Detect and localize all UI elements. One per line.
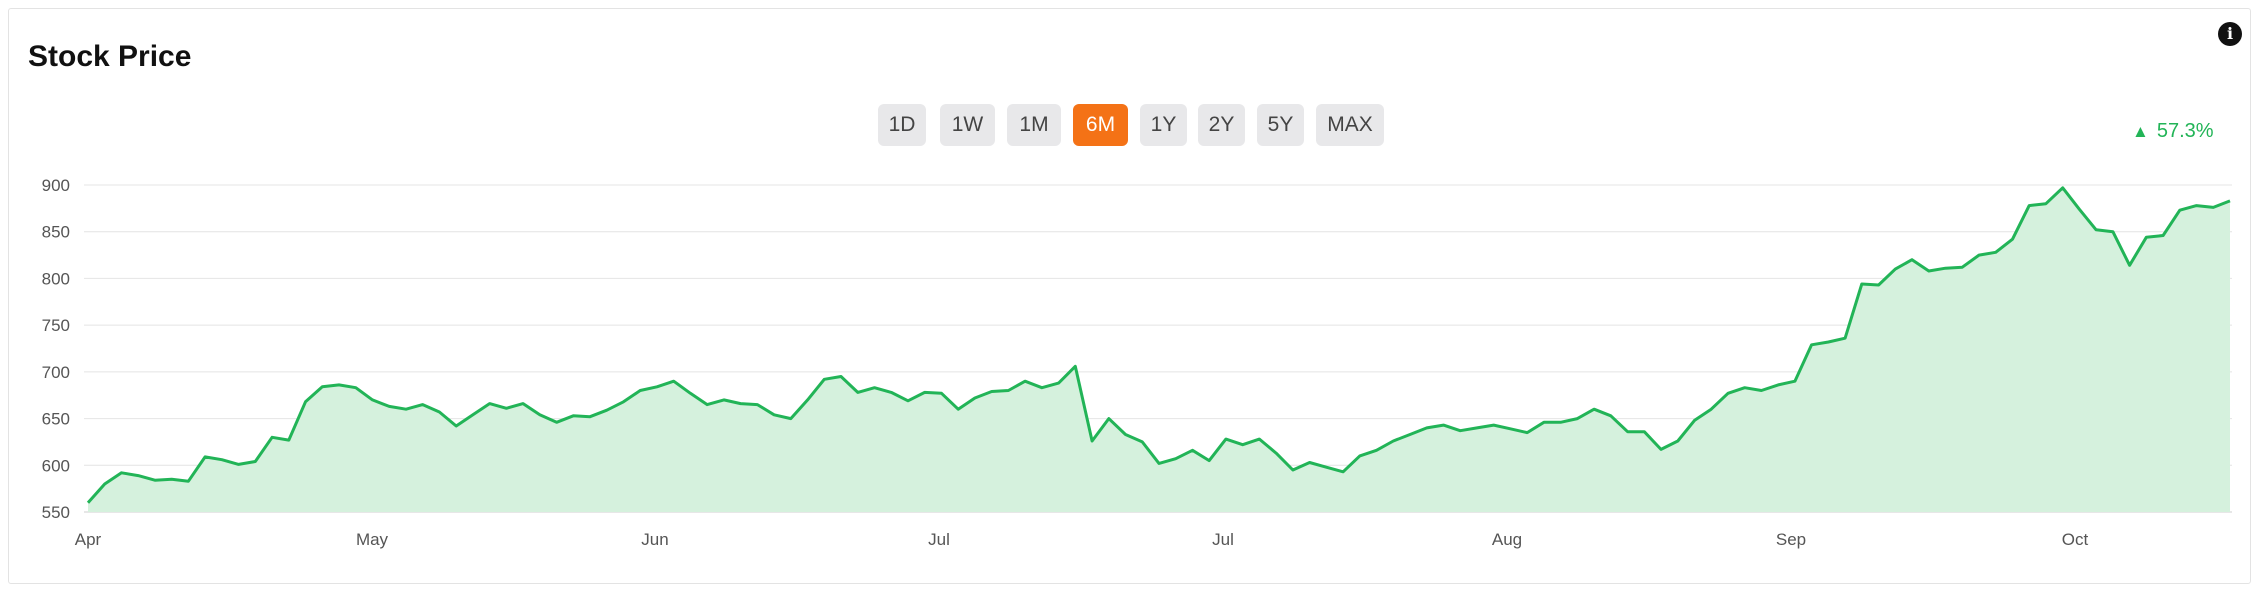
y-tick-label: 900 bbox=[42, 176, 70, 195]
x-tick-label: May bbox=[356, 530, 389, 549]
x-tick-label: Oct bbox=[2062, 530, 2089, 549]
x-tick-label: Apr bbox=[75, 530, 102, 549]
y-axis: 900 850 800 750 700 650 600 550 bbox=[42, 176, 70, 522]
x-tick-label: Jul bbox=[1212, 530, 1234, 549]
y-tick-label: 550 bbox=[42, 503, 70, 522]
price-chart: 900 850 800 750 700 650 600 550 Apr May Jun Jul Jul… bbox=[42, 176, 2232, 549]
x-tick-label: Jun bbox=[641, 530, 668, 549]
y-tick-label: 600 bbox=[42, 456, 70, 475]
x-tick-label: Jul bbox=[928, 530, 950, 549]
y-tick-label: 650 bbox=[42, 410, 70, 429]
x-tick-label: Sep bbox=[1776, 530, 1806, 549]
y-tick-label: 850 bbox=[42, 223, 70, 242]
y-tick-label: 800 bbox=[42, 269, 70, 288]
x-tick-label: Aug bbox=[1492, 530, 1522, 549]
x-axis: Apr May Jun Jul Jul Aug Sep Oct bbox=[75, 530, 2089, 549]
y-tick-label: 700 bbox=[42, 363, 70, 382]
y-tick-label: 750 bbox=[42, 316, 70, 335]
